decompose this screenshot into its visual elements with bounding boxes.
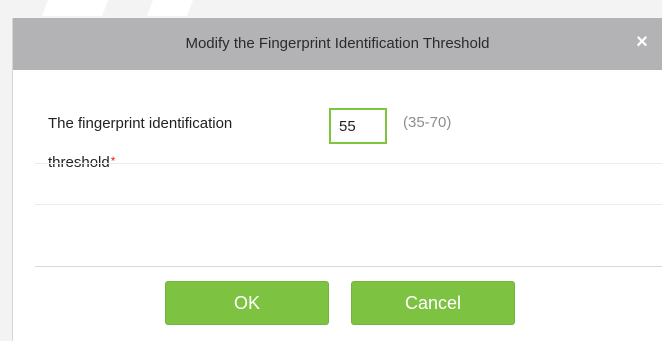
backdrop-decoration: [42, 0, 108, 16]
range-hint: (35-70): [403, 114, 452, 131]
cancel-button[interactable]: Cancel: [351, 281, 515, 325]
row-divider: [35, 204, 662, 205]
threshold-label: The fingerprint identification: [48, 115, 233, 132]
dialog-title: Modify the Fingerprint Identification Th…: [185, 35, 490, 52]
threshold-dialog: Modify the Fingerprint Identification Th…: [12, 18, 662, 341]
required-mark: *: [110, 154, 116, 168]
footer-divider: [35, 266, 662, 267]
row-divider: [35, 163, 662, 164]
close-icon[interactable]: ×: [632, 32, 652, 52]
threshold-input[interactable]: [329, 108, 387, 144]
dialog-titlebar: Modify the Fingerprint Identification Th…: [13, 18, 662, 70]
backdrop-decoration: [147, 0, 193, 16]
ok-button[interactable]: OK: [165, 281, 329, 325]
